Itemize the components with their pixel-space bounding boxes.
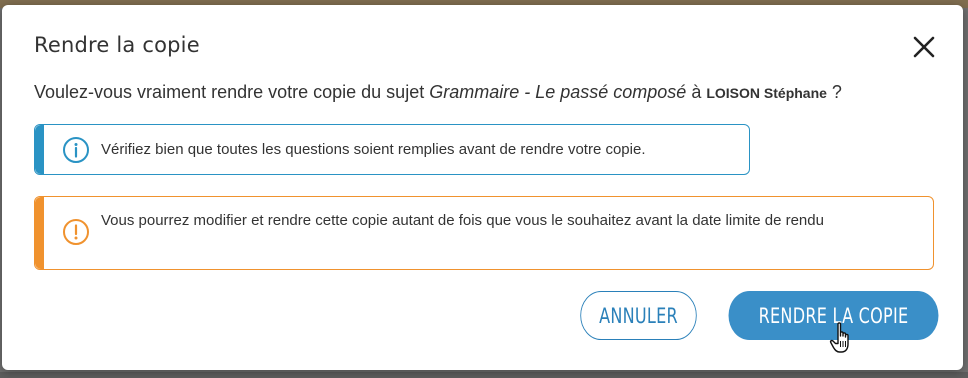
- cancel-button[interactable]: ANNULER: [580, 291, 697, 340]
- warning-notice-bar: [35, 197, 44, 269]
- hand-cursor-icon: [829, 322, 849, 353]
- info-notice-bar: [35, 125, 44, 174]
- close-button[interactable]: [908, 31, 940, 63]
- info-notice: Vérifiez bien que toutes les questions s…: [34, 124, 750, 175]
- question-suffix: ?: [826, 82, 842, 102]
- question-middle: à: [686, 82, 707, 102]
- submit-copy-dialog: Rendre la copie Voulez-vous vraiment ren…: [2, 5, 963, 370]
- dialog-title: Rendre la copie: [34, 33, 200, 57]
- close-icon: [913, 36, 935, 58]
- info-notice-text: Vérifiez bien que toutes les questions s…: [101, 141, 646, 158]
- student-name: LOISON Stéphane: [706, 85, 827, 101]
- warning-notice-text: Vous pourrez modifier et rendre cette co…: [101, 212, 824, 229]
- exclamation-circle-icon: [63, 219, 89, 245]
- background-page-strip-bottom: [0, 372, 968, 378]
- subject-name: Grammaire - Le passé composé: [429, 82, 687, 102]
- warning-notice: Vous pourrez modifier et rendre cette co…: [34, 196, 934, 270]
- info-circle-icon: [63, 137, 89, 163]
- confirmation-question: Voulez-vous vraiment rendre votre copie …: [34, 82, 842, 103]
- question-prefix: Voulez-vous vraiment rendre votre copie …: [34, 82, 430, 102]
